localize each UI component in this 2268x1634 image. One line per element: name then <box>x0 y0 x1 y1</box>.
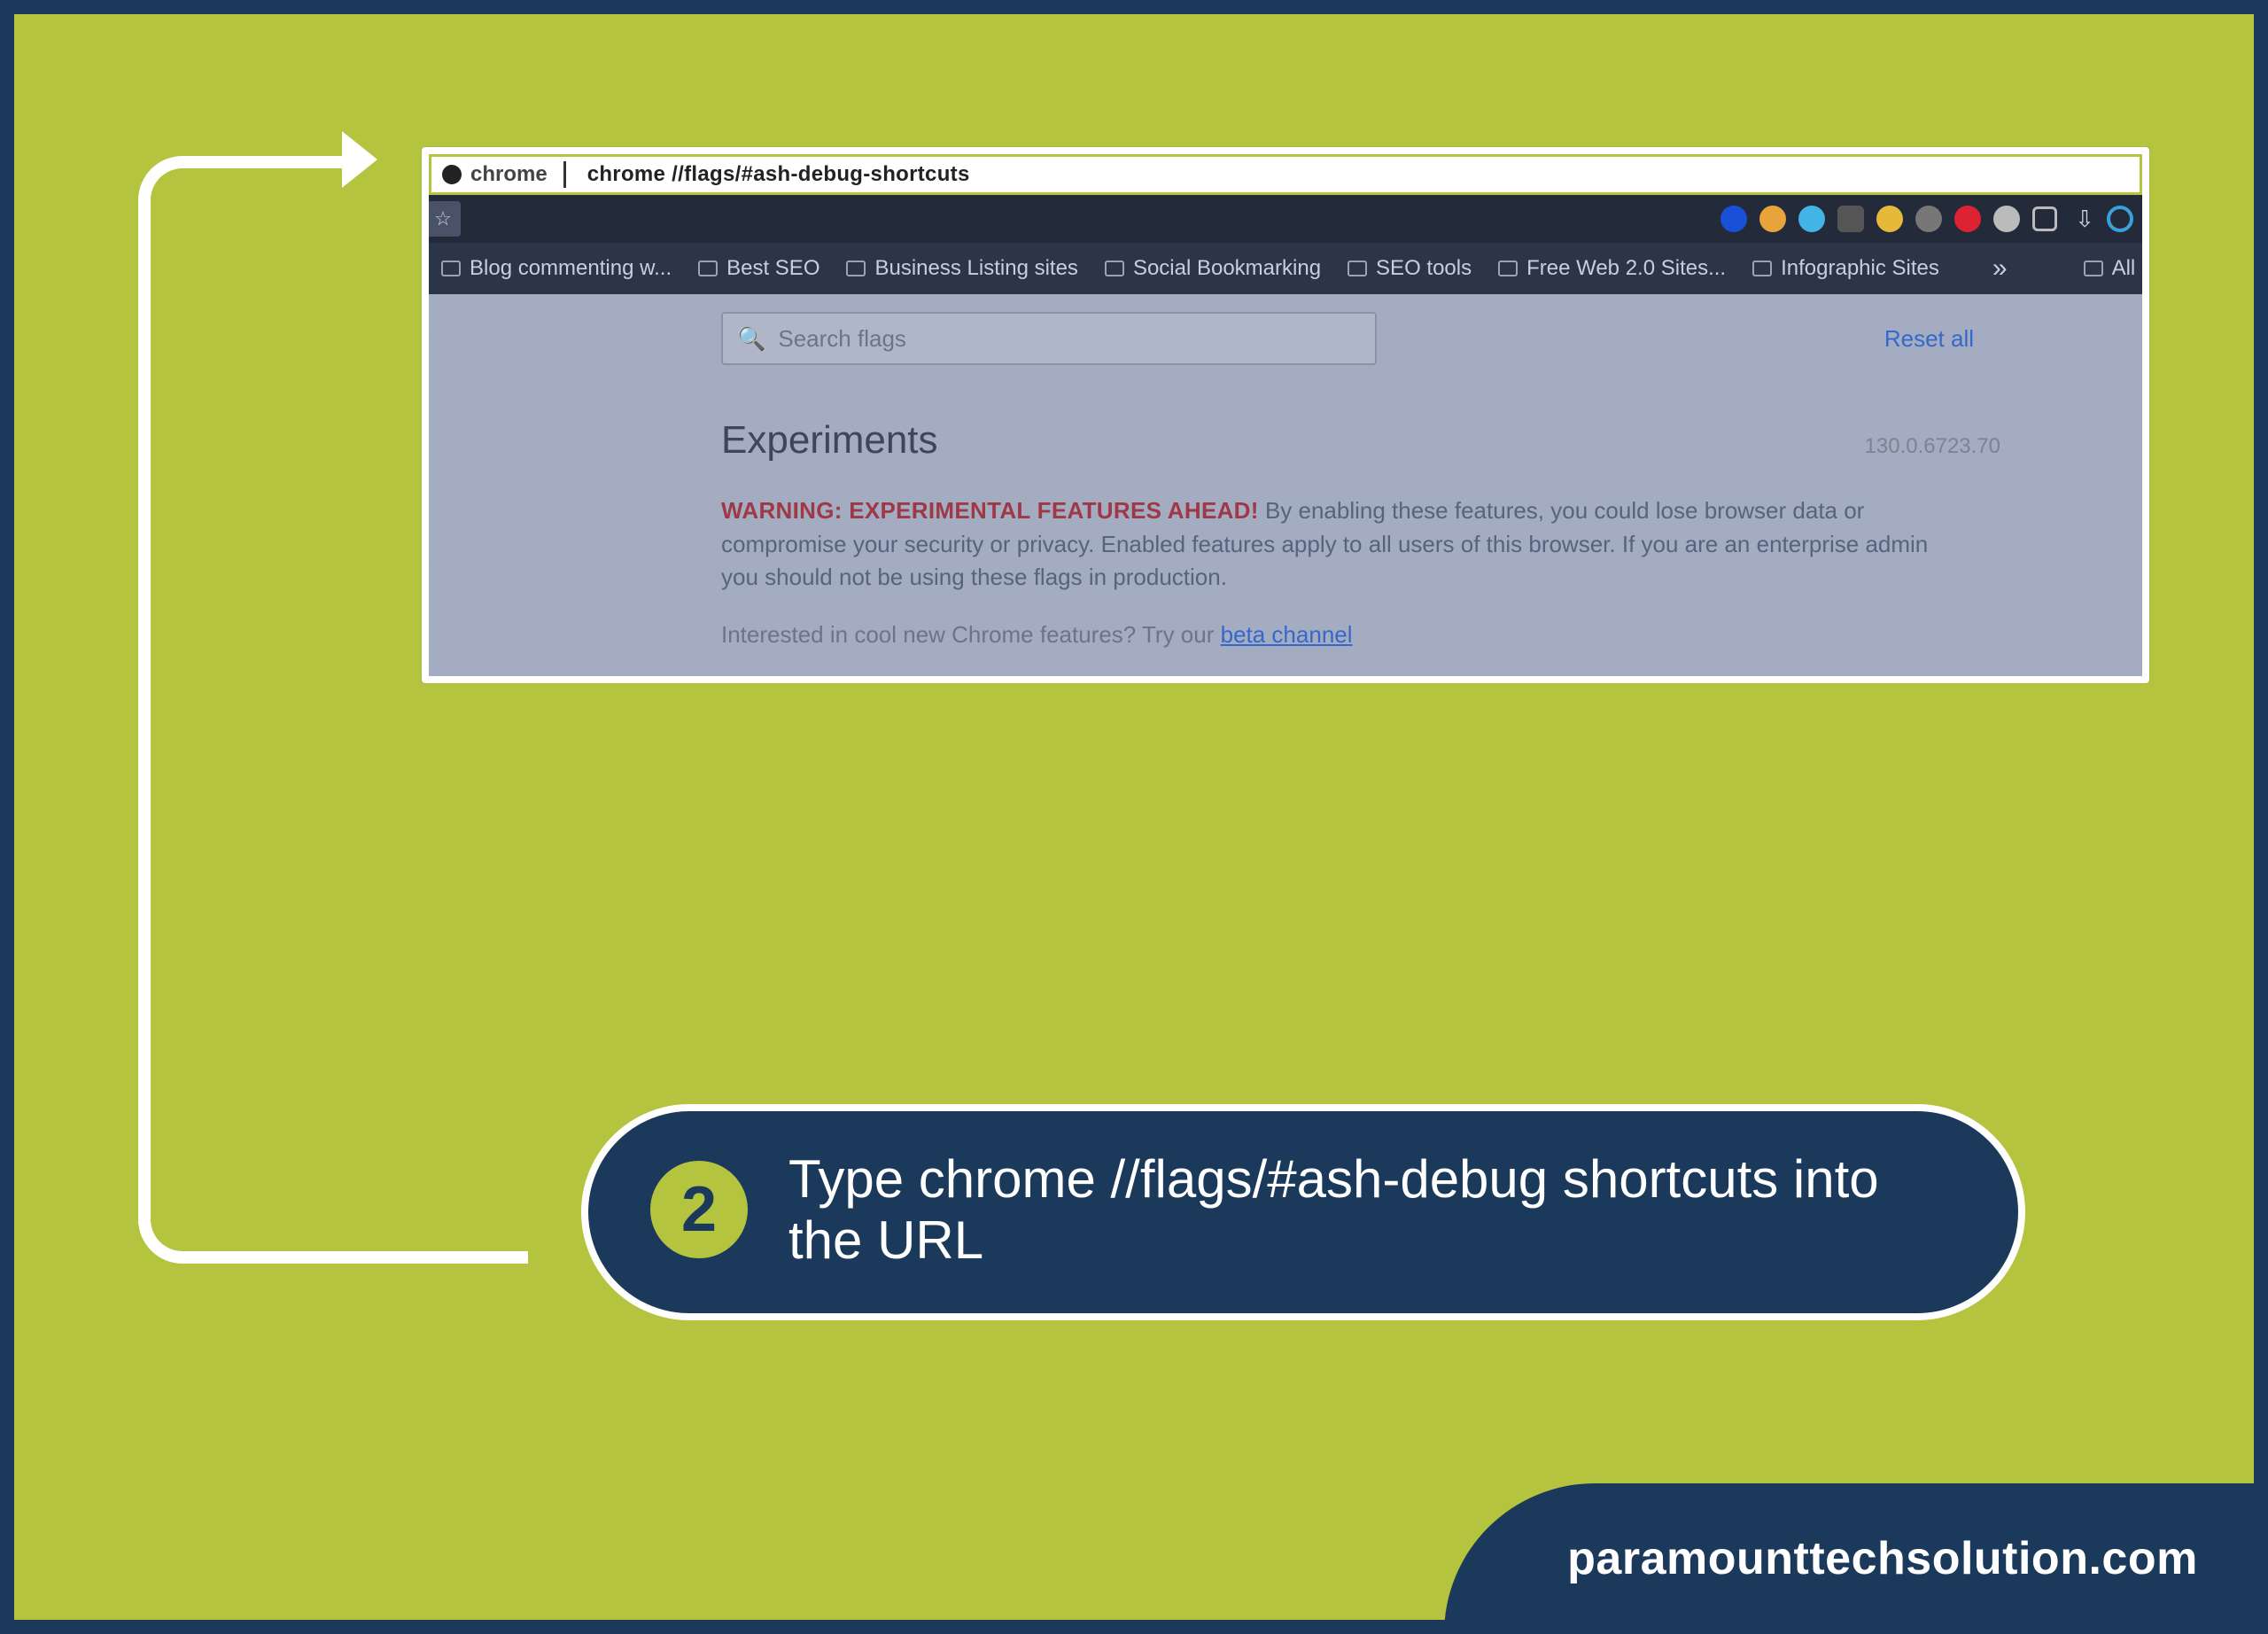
step-callout: 2 Type chrome //flags/#ash-debug shortcu… <box>581 1104 2025 1320</box>
search-placeholder: Search flags <box>778 325 906 353</box>
extension-icon[interactable] <box>1915 206 1942 232</box>
extension-icon[interactable] <box>1720 206 1747 232</box>
step-instruction: Type chrome //flags/#ash-debug shortcuts… <box>788 1148 1956 1271</box>
profile-avatar-icon[interactable] <box>2107 206 2133 232</box>
chrome-version: 130.0.6723.70 <box>1865 434 2000 459</box>
footer-brand: paramounttechsolution.com <box>1444 1483 2268 1634</box>
site-identity-chip[interactable]: chrome <box>431 162 563 187</box>
tutorial-slide: chrome chrome //flags/#ash-debug-shortcu… <box>0 0 2268 1634</box>
reset-all-link[interactable]: Reset all <box>1884 325 1974 353</box>
flags-page: 🔍 Search flags Reset all Experiments 130… <box>429 294 2142 676</box>
warning-paragraph: WARNING: EXPERIMENTAL FEATURES AHEAD! By… <box>721 494 1956 595</box>
extension-icons: ⇩ <box>1720 206 2133 233</box>
bookmark-item[interactable]: Business Listing sites <box>846 256 1077 281</box>
folder-icon <box>1105 261 1124 276</box>
folder-icon <box>846 261 866 276</box>
bookmark-item[interactable]: SEO tools <box>1348 256 1472 281</box>
bookmark-star-icon[interactable]: ☆ <box>425 201 461 237</box>
extensions-menu-icon[interactable] <box>2032 206 2057 231</box>
chrome-icon <box>442 165 462 184</box>
bookmark-item[interactable]: Infographic Sites <box>1752 256 1939 281</box>
warning-label: WARNING: EXPERIMENTAL FEATURES AHEAD! <box>721 497 1259 524</box>
site-identity-label: chrome <box>470 162 548 187</box>
extension-icon[interactable] <box>1837 206 1864 232</box>
folder-icon <box>1752 261 1772 276</box>
connector-arrow <box>138 138 404 1264</box>
toolbar-strip: ☆ ⇩ <box>429 195 2142 243</box>
beta-channel-link[interactable]: beta channel <box>1221 621 1353 648</box>
bookmark-item[interactable]: Best SEO <box>698 256 819 281</box>
folder-icon <box>1348 261 1367 276</box>
browser-screenshot: chrome chrome //flags/#ash-debug-shortcu… <box>422 147 2149 683</box>
folder-icon <box>441 261 461 276</box>
folder-icon <box>2084 261 2103 276</box>
address-bar[interactable]: chrome chrome //flags/#ash-debug-shortcu… <box>429 154 2142 195</box>
folder-icon <box>698 261 718 276</box>
search-icon: 🔍 <box>737 325 765 353</box>
extension-icon[interactable] <box>1759 206 1786 232</box>
bookmarks-overflow-icon[interactable]: » <box>1992 253 2004 284</box>
search-flags-input[interactable]: 🔍 Search flags <box>721 312 1377 365</box>
extension-icon[interactable] <box>1798 206 1825 232</box>
extension-icon[interactable] <box>1993 206 2020 232</box>
bookmark-item[interactable]: Free Web 2.0 Sites... <box>1498 256 1726 281</box>
download-icon[interactable]: ⇩ <box>2075 206 2094 233</box>
address-divider <box>563 161 566 188</box>
folder-icon <box>1498 261 1518 276</box>
bookmark-item[interactable]: Blog commenting w... <box>441 256 672 281</box>
beta-channel-line: Interested in cool new Chrome features? … <box>721 621 2107 649</box>
extension-icon[interactable] <box>1954 206 1981 232</box>
bookmark-item[interactable]: Social Bookmarking <box>1105 256 1321 281</box>
brand-url: paramounttechsolution.com <box>1567 1532 2198 1585</box>
step-number-badge: 2 <box>650 1161 748 1258</box>
url-text[interactable]: chrome //flags/#ash-debug-shortcuts <box>587 162 2140 187</box>
bookmarks-bar: Blog commenting w... Best SEO Business L… <box>429 243 2142 294</box>
bookmark-item[interactable]: All Book <box>2084 256 2149 281</box>
extension-icon[interactable] <box>1876 206 1903 232</box>
